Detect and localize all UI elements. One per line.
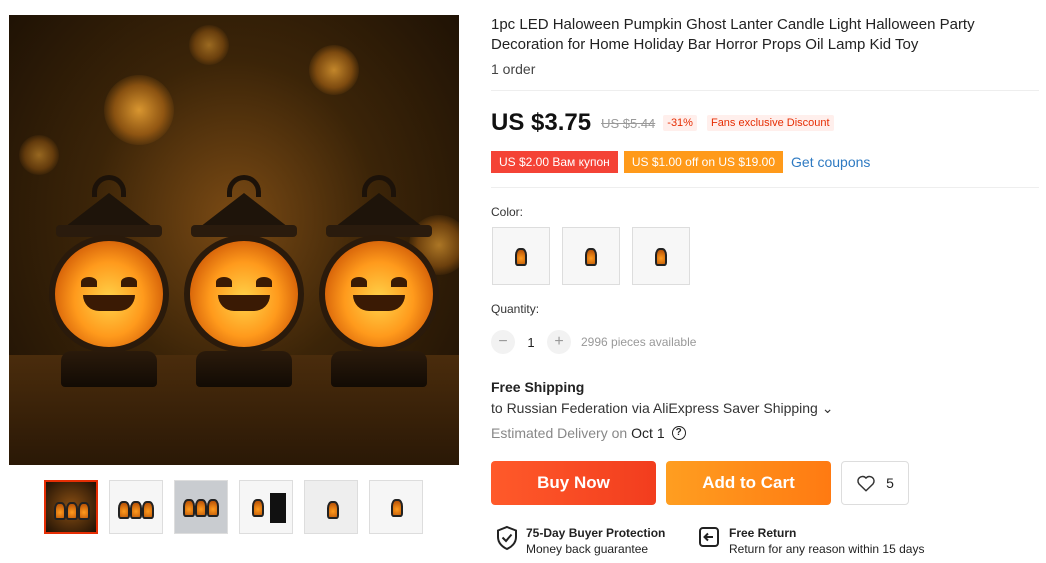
thumbnail-strip [44,480,423,534]
quantity-stepper: − 1 + 2996 pieces available [491,330,696,354]
decrease-quantity-button[interactable]: − [491,330,515,354]
color-option[interactable] [632,227,690,285]
quantity-value[interactable]: 1 [515,335,547,350]
eta-label: Estimated Delivery on [491,425,628,441]
free-return: Free Return Return for any reason within… [697,525,924,557]
color-label: Color: [491,205,524,219]
thumbnail-4[interactable] [239,480,293,534]
color-option[interactable] [492,227,550,285]
thumbnail-1[interactable] [44,480,98,534]
add-to-cart-button[interactable]: Add to Cart [666,461,831,505]
coupon-badge[interactable]: US $2.00 Вам купон [491,151,618,173]
return-icon [699,527,719,547]
estimated-delivery: Estimated Delivery on Oct 1 ? [491,425,686,441]
color-option[interactable] [562,227,620,285]
increase-quantity-button[interactable]: + [547,330,571,354]
get-coupons-link[interactable]: Get coupons [791,154,870,170]
protection-title: 75-Day Buyer Protection [526,526,666,540]
shipping-destination-selector[interactable]: to Russian Federation via AliExpress Sav… [491,400,833,417]
thumbnail-6[interactable] [369,480,423,534]
buy-now-button[interactable]: Buy Now [491,461,656,505]
wishlist-count: 5 [886,475,894,491]
thumbnail-2[interactable] [109,480,163,534]
main-product-image[interactable] [9,15,459,465]
help-icon[interactable]: ? [671,426,686,440]
thumbnail-5[interactable] [304,480,358,534]
buyer-protection: 75-Day Buyer Protection Money back guara… [496,525,665,557]
return-subtitle: Return for any reason within 15 days [729,542,925,556]
original-price: US $5.44 [601,115,656,131]
divider [491,187,1039,188]
color-options [492,227,690,285]
coupon-row: US $2.00 Вам купон US $1.00 off on US $1… [491,151,870,173]
product-title: 1pc LED Haloween Pumpkin Ghost Lanter Ca… [491,16,975,53]
shield-check-icon [497,525,517,551]
divider [491,90,1039,91]
availability-text: 2996 pieces available [581,335,697,349]
eta-date: Oct 1 [631,425,665,441]
thumbnail-3[interactable] [174,480,228,534]
coupon-badge[interactable]: US $1.00 off on US $19.00 [623,151,784,173]
wishlist-button[interactable]: 5 [841,461,909,505]
pumpkin-lantern [309,175,449,395]
discount-badge: -31% [663,115,697,131]
return-title: Free Return [729,526,797,540]
pumpkin-lantern [174,175,314,395]
quantity-label: Quantity: [491,302,540,316]
current-price: US $3.75 [491,109,592,136]
protection-subtitle: Money back guarantee [526,542,649,556]
heart-icon [857,475,875,492]
shipping-title: Free Shipping [491,379,585,395]
pumpkin-lantern [39,175,179,395]
order-count: 1 order [491,61,536,77]
fans-discount-badge: Fans exclusive Discount [706,115,834,131]
price-row: US $3.75 US $5.44 -31% Fans exclusive Di… [491,109,834,137]
